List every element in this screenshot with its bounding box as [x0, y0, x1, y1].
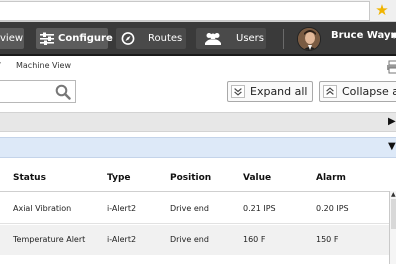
top-nav-bar: view Configure Routes Users Bruce Wayn ▼ [0, 22, 396, 56]
avatar-portrait-icon [298, 28, 320, 50]
sliders-icon [40, 32, 54, 45]
cell-status: Temperature Alert [13, 235, 86, 244]
column-header-status[interactable]: Status [13, 173, 46, 183]
search-input[interactable] [1, 83, 51, 101]
nav-users-label: Users [236, 33, 265, 44]
address-bar[interactable] [0, 1, 370, 21]
table-scrollbar[interactable]: ▲ [389, 191, 396, 264]
nav-view-label: view [0, 33, 24, 44]
scroll-up-arrow-icon[interactable]: ▲ [391, 191, 396, 198]
cell-position: Drive end [170, 235, 209, 244]
double-chevron-down-icon [231, 85, 245, 98]
expanded-section-header[interactable]: ▼ [0, 137, 396, 158]
cell-type: i-Alert2 [107, 204, 137, 213]
column-header-type[interactable]: Type [107, 173, 130, 183]
cell-alarm: 150 F [316, 235, 339, 244]
compass-icon [121, 32, 135, 45]
nav-configure-label: Configure [58, 33, 113, 44]
cell-type: i-Alert2 [107, 235, 137, 244]
print-icon[interactable] [386, 60, 396, 74]
nav-divider [283, 29, 284, 49]
nav-configure-button[interactable]: Configure [36, 28, 113, 49]
search-box [0, 80, 76, 103]
cell-value: 0.21 IPS [243, 204, 276, 213]
nav-view-button[interactable]: view [0, 28, 24, 49]
caret-right-icon[interactable]: ▶ [388, 116, 396, 127]
nav-users-button[interactable]: Users [196, 28, 266, 49]
column-header-position[interactable]: Position [170, 173, 211, 183]
breadcrumb-separator: / [0, 61, 1, 70]
user-avatar[interactable] [297, 27, 321, 51]
nav-routes-button[interactable]: Routes [116, 28, 186, 49]
scrollbar-thumb[interactable] [391, 199, 396, 229]
collapse-all-button[interactable]: Collapse a [319, 81, 396, 102]
chevron-down-icon[interactable]: ▼ [391, 31, 396, 40]
table-row[interactable]: Axial Vibration i-Alert2 Drive end 0.21 … [0, 194, 396, 224]
users-icon [205, 33, 221, 45]
cell-alarm: 0.20 IPS [316, 204, 349, 213]
column-header-value[interactable]: Value [243, 173, 271, 183]
collapse-all-label: Collapse a [342, 85, 396, 98]
expand-all-label: Expand all [250, 85, 308, 98]
collapsed-section-header[interactable]: ▶ [0, 112, 396, 132]
double-chevron-up-icon [323, 85, 337, 98]
browser-toolbar: ★ [0, 0, 396, 22]
cell-value: 160 F [243, 235, 266, 244]
user-name[interactable]: Bruce Wayne [331, 30, 396, 41]
bookmark-star-icon[interactable]: ★ [374, 2, 390, 18]
expand-all-button[interactable]: Expand all [227, 81, 313, 102]
table-header: Status Type Position Value Alarm [0, 164, 396, 192]
search-icon[interactable] [55, 84, 71, 100]
nav-routes-label: Routes [148, 33, 183, 44]
caret-down-icon[interactable]: ▼ [388, 141, 396, 152]
column-header-alarm[interactable]: Alarm [316, 173, 346, 183]
cell-position: Drive end [170, 204, 209, 213]
cell-status: Axial Vibration [13, 204, 72, 213]
table-row[interactable]: Temperature Alert i-Alert2 Drive end 160… [0, 225, 396, 255]
breadcrumb-current: Machine View [16, 61, 72, 70]
